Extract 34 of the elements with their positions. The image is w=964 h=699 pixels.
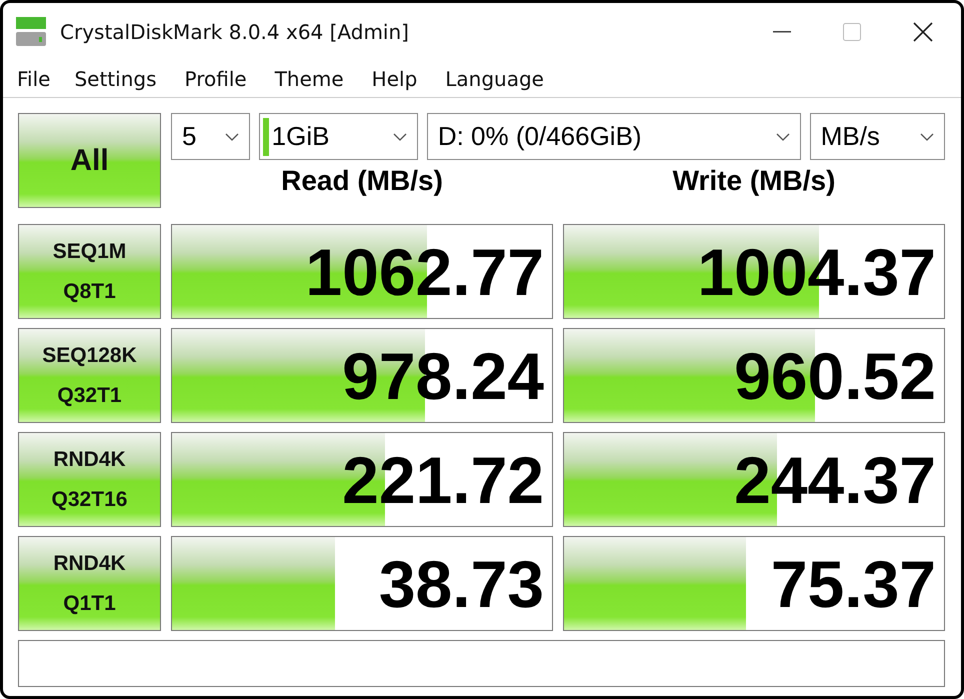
menu-item[interactable]: Settings — [74, 66, 170, 90]
menu-item[interactable]: Theme — [274, 66, 358, 90]
close-icon[interactable] — [913, 22, 933, 42]
column-header: Read (MB/s) — [280, 164, 444, 198]
write-value: 244.37 — [734, 442, 937, 518]
test-button[interactable]: SEQ1M Q8T1 — [18, 224, 161, 319]
disk-icon — [15, 16, 47, 48]
read-value: 221.72 — [342, 442, 545, 518]
menu-item[interactable]: Language — [445, 66, 558, 90]
column-header: Write (MB/s) — [672, 164, 836, 198]
test-button[interactable]: RND4K Q32T16 — [18, 432, 161, 527]
read-value: 1062.77 — [305, 234, 545, 310]
all-button[interactable]: All — [18, 113, 161, 208]
chevron-icon — [776, 132, 790, 140]
drive-select[interactable]: D: 0% (0/466GiB) — [426, 113, 801, 160]
write-value: 75.37 — [770, 546, 937, 622]
count-select[interactable]: 5 — [171, 113, 250, 160]
test-button[interactable]: SEQ128K Q32T1 — [18, 328, 161, 423]
read-value: 38.73 — [378, 546, 545, 622]
chevron-icon — [392, 132, 407, 140]
comment-field[interactable] — [18, 640, 945, 687]
menu-item[interactable]: Help — [372, 66, 432, 90]
write-value: 1004.37 — [697, 234, 937, 310]
chevron-icon — [920, 132, 934, 140]
menu-item[interactable]: File — [17, 66, 64, 90]
size-select[interactable]: 1GiB — [258, 113, 418, 160]
menu-item[interactable]: Profile — [184, 66, 261, 90]
read-value: 978.24 — [342, 338, 545, 414]
minimize-icon[interactable] — [773, 30, 791, 32]
test-button[interactable]: RND4K Q1T1 — [18, 536, 161, 631]
unit-select[interactable]: MB/s — [810, 113, 945, 160]
write-value: 960.52 — [734, 338, 937, 414]
chevron-icon — [224, 132, 239, 140]
window-title: CrystalDiskMark 8.0.4 x64 [Admin] — [60, 20, 409, 44]
